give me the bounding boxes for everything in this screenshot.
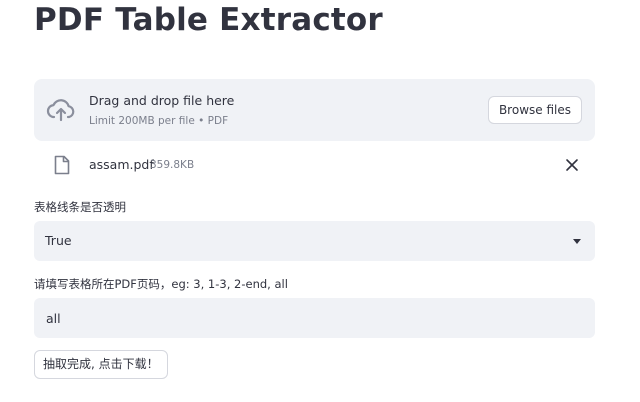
chevron-down-icon xyxy=(573,239,581,244)
file-size: 359.8KB xyxy=(150,159,195,171)
file-dropzone[interactable]: Drag and drop file here Limit 200MB per … xyxy=(34,79,595,141)
dropzone-limit-text: Limit 200MB per file • PDF xyxy=(89,115,229,127)
file-name: assam.pdf xyxy=(89,157,154,172)
transparent-lines-select[interactable]: True xyxy=(34,221,595,261)
pages-input-label: 请填写表格所在PDF页码，eg: 3, 1-3, 2-end, all xyxy=(34,277,288,291)
browse-files-button[interactable]: Browse files xyxy=(487,96,582,124)
transparent-lines-label: 表格线条是否透明 xyxy=(34,200,126,214)
uploaded-file-row: assam.pdf 359.8KB xyxy=(34,150,595,180)
pages-input[interactable] xyxy=(34,298,595,338)
dropzone-instruction: Drag and drop file here xyxy=(89,93,235,108)
close-icon[interactable] xyxy=(563,156,581,174)
download-button[interactable]: 抽取完成, 点击下载！ xyxy=(34,350,168,379)
select-value: True xyxy=(45,233,72,248)
page-title: PDF Table Extractor xyxy=(34,2,383,38)
cloud-upload-icon xyxy=(46,99,75,122)
file-icon xyxy=(54,155,70,175)
